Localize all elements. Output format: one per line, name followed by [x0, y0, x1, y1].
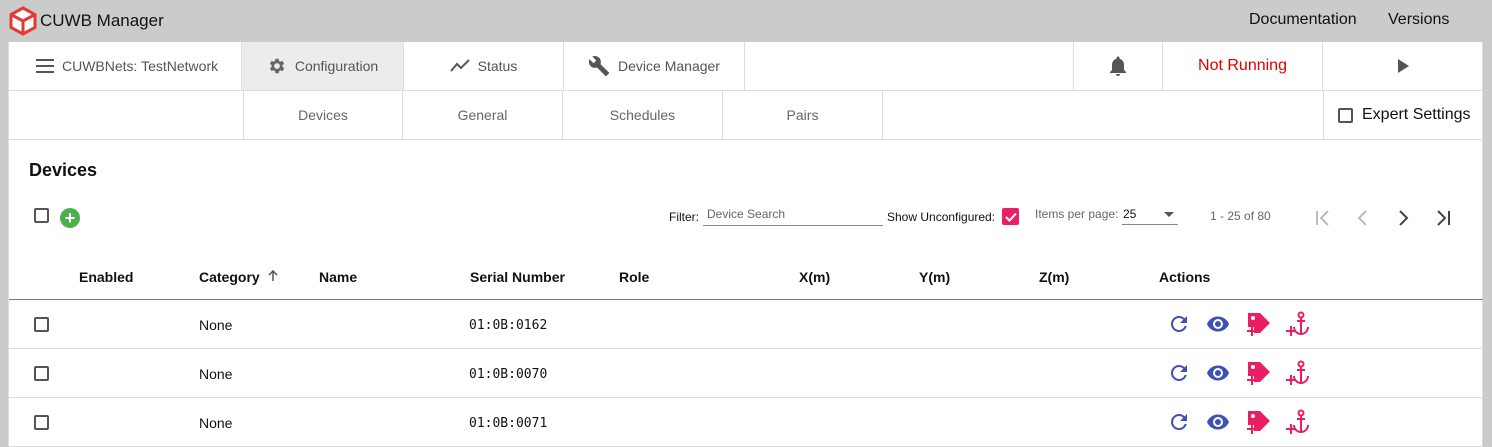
sub-nav: Devices General Schedules Pairs Expert S… [9, 91, 1483, 140]
column-role[interactable]: Role [619, 269, 649, 285]
add-anchor-icon[interactable] [1285, 359, 1313, 387]
nav-device-manager-label: Device Manager [618, 58, 720, 74]
gear-icon [269, 58, 285, 74]
previous-page-button[interactable] [1350, 205, 1376, 231]
row-category: None [199, 415, 233, 431]
items-per-page-label: Items per page: [1035, 207, 1119, 221]
first-page-icon [1316, 210, 1329, 226]
run-status-label: Not Running [1198, 57, 1287, 74]
nav-status-label: Status [477, 58, 518, 74]
row-serial: 01:0B:0162 [469, 318, 548, 333]
items-per-page-select[interactable]: 25 [1122, 203, 1178, 225]
network-label: CUWBNets: TestNetwork [62, 58, 219, 74]
row-category: None [199, 317, 233, 333]
check-icon [1004, 212, 1017, 222]
network-menu-button[interactable]: CUWBNets: TestNetwork [9, 42, 242, 90]
last-page-icon [1437, 210, 1450, 226]
notifications-button[interactable] [1073, 42, 1163, 90]
refresh-icon[interactable] [1167, 312, 1191, 336]
tab-general-label: General [457, 107, 508, 123]
nav-configuration[interactable]: Configuration [242, 42, 404, 90]
bell-icon [1110, 56, 1126, 76]
nav-configuration-label: Configuration [294, 58, 379, 74]
main-nav: CUWBNets: TestNetwork Configuration Stat… [9, 42, 1483, 91]
expert-settings-checkbox[interactable] [1338, 107, 1353, 123]
table-row: None 01:0B:0070 [9, 349, 1483, 398]
wrench-icon [588, 56, 610, 77]
first-page-button[interactable] [1310, 205, 1336, 231]
row-serial: 01:0B:0070 [469, 367, 548, 382]
column-z[interactable]: Z(m) [1039, 269, 1069, 285]
arrow-up-icon [268, 269, 278, 281]
cube-logo-icon [9, 6, 37, 36]
eye-icon[interactable] [1206, 361, 1230, 385]
tab-pairs[interactable]: Pairs [723, 91, 883, 139]
eye-icon[interactable] [1206, 312, 1230, 336]
page-title: Devices [29, 160, 98, 180]
chevron-right-icon [1399, 210, 1409, 226]
add-tag-icon[interactable] [1245, 359, 1273, 387]
trending-chart-icon [449, 59, 470, 72]
refresh-icon[interactable] [1167, 410, 1191, 434]
select-all-checkbox[interactable] [34, 208, 49, 223]
column-enabled[interactable]: Enabled [79, 269, 133, 285]
tab-schedules-label: Schedules [609, 107, 676, 123]
add-device-button[interactable]: + [60, 208, 80, 228]
title-bar: CUWB Manager Documentation Versions [0, 0, 1492, 42]
column-name[interactable]: Name [319, 269, 357, 285]
add-anchor-icon[interactable] [1285, 408, 1313, 436]
main-window: CUWBNets: TestNetwork Configuration Stat… [8, 42, 1483, 447]
column-serial-number[interactable]: Serial Number [470, 269, 565, 285]
hamburger-menu-icon [36, 59, 54, 73]
column-actions: Actions [1159, 269, 1211, 285]
add-anchor-icon[interactable] [1285, 310, 1313, 338]
refresh-icon[interactable] [1167, 361, 1191, 385]
tab-general[interactable]: General [403, 91, 563, 139]
tab-schedules[interactable]: Schedules [563, 91, 723, 139]
nav-device-manager[interactable]: Device Manager [564, 42, 745, 90]
add-tag-icon[interactable] [1245, 310, 1273, 338]
eye-icon[interactable] [1206, 410, 1230, 434]
show-unconfigured-label: Show Unconfigured: [887, 210, 996, 224]
start-button[interactable] [1323, 42, 1483, 90]
filter-label: Filter: [669, 210, 699, 224]
app-title: CUWB Manager [40, 11, 164, 30]
next-page-button[interactable] [1390, 205, 1416, 231]
table-row: None 01:0B:0162 [9, 300, 1483, 349]
column-category-label: Category [199, 269, 260, 285]
tab-pairs-label: Pairs [786, 107, 819, 123]
plus-icon: + [64, 208, 76, 228]
row-category: None [199, 366, 233, 382]
expert-settings-label: Expert Settings [1362, 106, 1471, 123]
column-category[interactable]: Category [199, 269, 278, 285]
show-unconfigured-checkbox[interactable] [1002, 208, 1019, 225]
row-enabled-checkbox[interactable] [34, 366, 49, 381]
chevron-left-icon [1357, 210, 1367, 226]
chevron-down-icon [1164, 212, 1174, 217]
tab-devices-label: Devices [298, 107, 348, 123]
documentation-link[interactable]: Documentation [1249, 11, 1357, 29]
run-status: Not Running [1163, 42, 1323, 90]
tab-devices[interactable]: Devices [243, 91, 403, 139]
versions-link[interactable]: Versions [1388, 11, 1449, 29]
row-enabled-checkbox[interactable] [34, 415, 49, 430]
row-serial: 01:0B:0071 [469, 416, 548, 431]
row-enabled-checkbox[interactable] [34, 317, 49, 332]
table-row: None 01:0B:0071 [9, 398, 1483, 447]
pagination-range: 1 - 25 of 80 [1210, 209, 1271, 223]
expert-settings-toggle[interactable]: Expert Settings [1323, 91, 1483, 139]
play-icon [1398, 59, 1409, 73]
last-page-button[interactable] [1430, 205, 1456, 231]
column-y[interactable]: Y(m) [919, 269, 950, 285]
column-x[interactable]: X(m) [799, 269, 830, 285]
nav-status[interactable]: Status [404, 42, 564, 90]
device-search-input[interactable] [703, 202, 883, 226]
items-per-page-value: 25 [1123, 207, 1137, 221]
add-tag-icon[interactable] [1245, 408, 1273, 436]
